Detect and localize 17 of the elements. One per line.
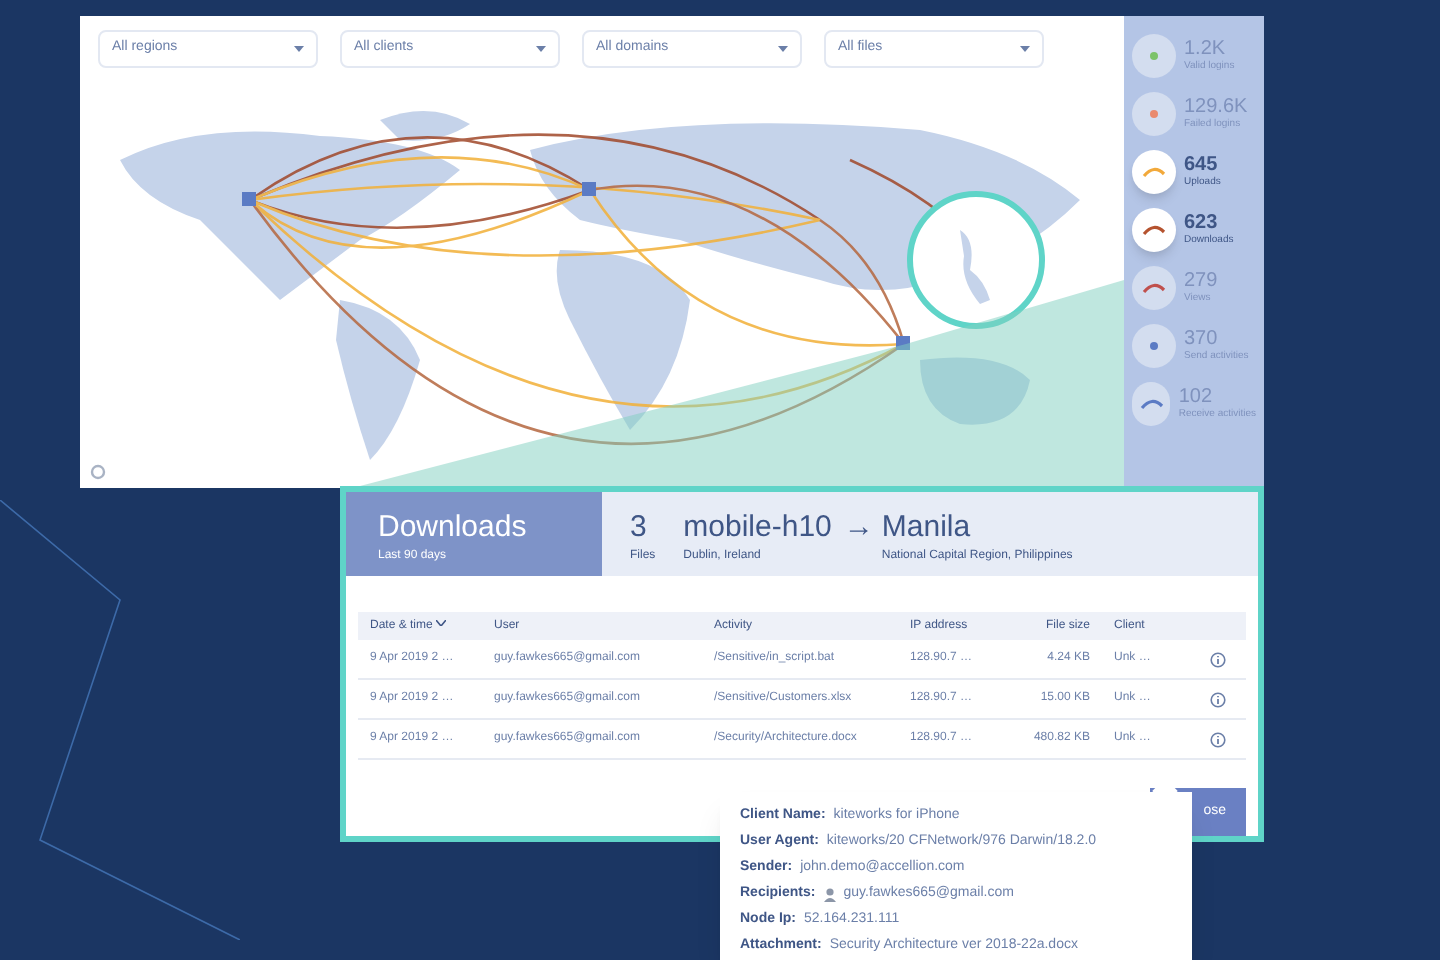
route-arrow: → bbox=[843, 512, 874, 548]
user-icon bbox=[823, 887, 836, 901]
caret-icon bbox=[294, 46, 304, 52]
source-name: mobile-h10 bbox=[683, 512, 832, 542]
caret-icon bbox=[778, 46, 788, 52]
stat-value: 623 bbox=[1184, 213, 1220, 233]
info-icon[interactable] bbox=[1210, 731, 1226, 747]
stat-value: 645 bbox=[1184, 155, 1220, 175]
info-icon[interactable] bbox=[1210, 691, 1226, 707]
caret-icon bbox=[1020, 46, 1030, 52]
caret-icon bbox=[536, 46, 546, 52]
sort-caret-icon bbox=[436, 620, 447, 627]
file-count: 3 bbox=[630, 512, 649, 542]
settings-icon[interactable] bbox=[90, 464, 106, 480]
destination-name: Manila bbox=[881, 512, 973, 542]
dialog-title: Downloads bbox=[378, 512, 529, 542]
info-icon[interactable] bbox=[1210, 651, 1226, 667]
